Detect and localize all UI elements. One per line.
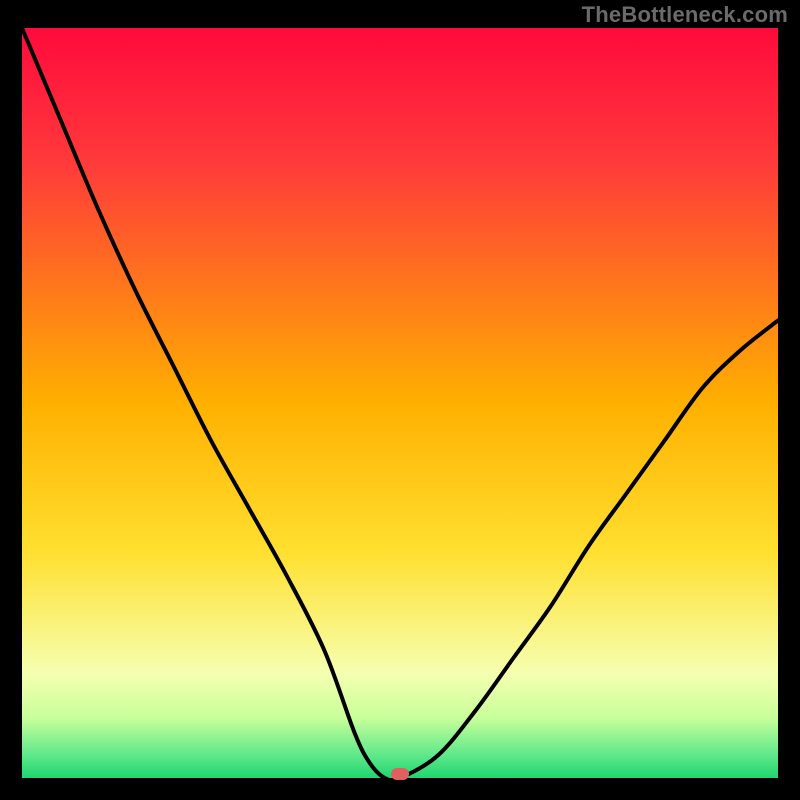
gradient-rect [22, 28, 778, 778]
chart-svg [22, 28, 778, 778]
chart-frame: TheBottleneck.com [0, 0, 800, 800]
optimum-marker-icon [391, 768, 409, 780]
watermark-text: TheBottleneck.com [582, 2, 788, 28]
plot-area [22, 28, 778, 778]
